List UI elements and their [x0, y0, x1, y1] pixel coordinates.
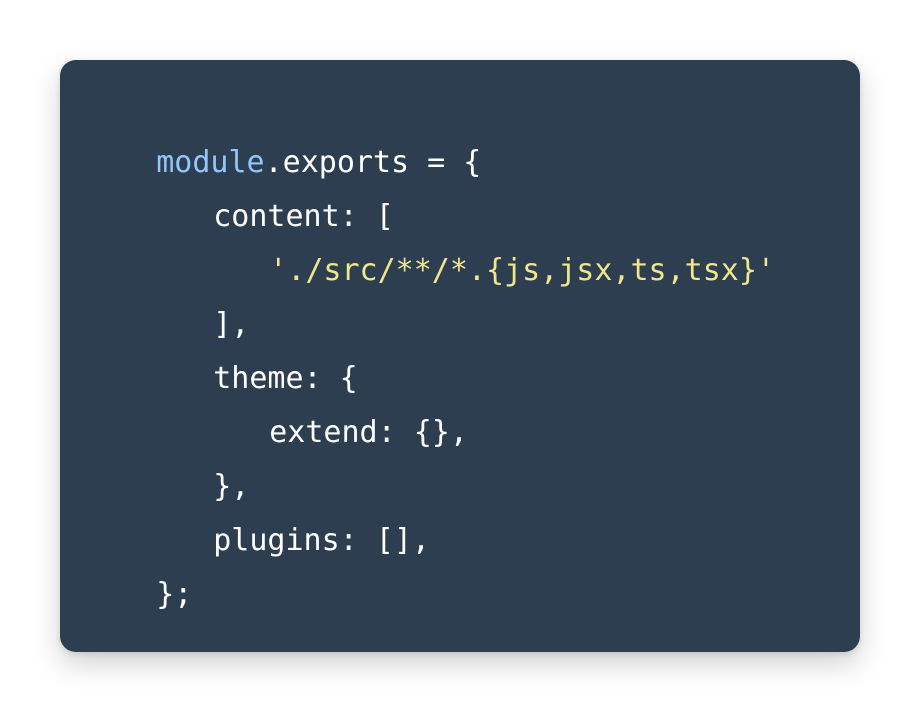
- code-token-theme-close: },: [213, 469, 250, 504]
- code-token-extend: extend: {},: [269, 415, 468, 450]
- code-token-glob-string: './src/**/*.{js,jsx,ts,tsx}': [269, 253, 775, 288]
- code-token-content-close: ],: [213, 307, 250, 342]
- code-token-module: module: [156, 145, 265, 180]
- code-block: module.exports = { content: [ './src/**/…: [60, 60, 860, 652]
- code-line-module-exports: module.exports = {: [60, 100, 860, 180]
- code-token-exports-close: };: [156, 577, 193, 612]
- code-token-content: content: [: [213, 199, 394, 234]
- code-token-theme: theme: {: [213, 361, 358, 396]
- code-token-exports: .exports = {: [264, 145, 482, 180]
- code-token-plugins: plugins: [],: [213, 523, 430, 558]
